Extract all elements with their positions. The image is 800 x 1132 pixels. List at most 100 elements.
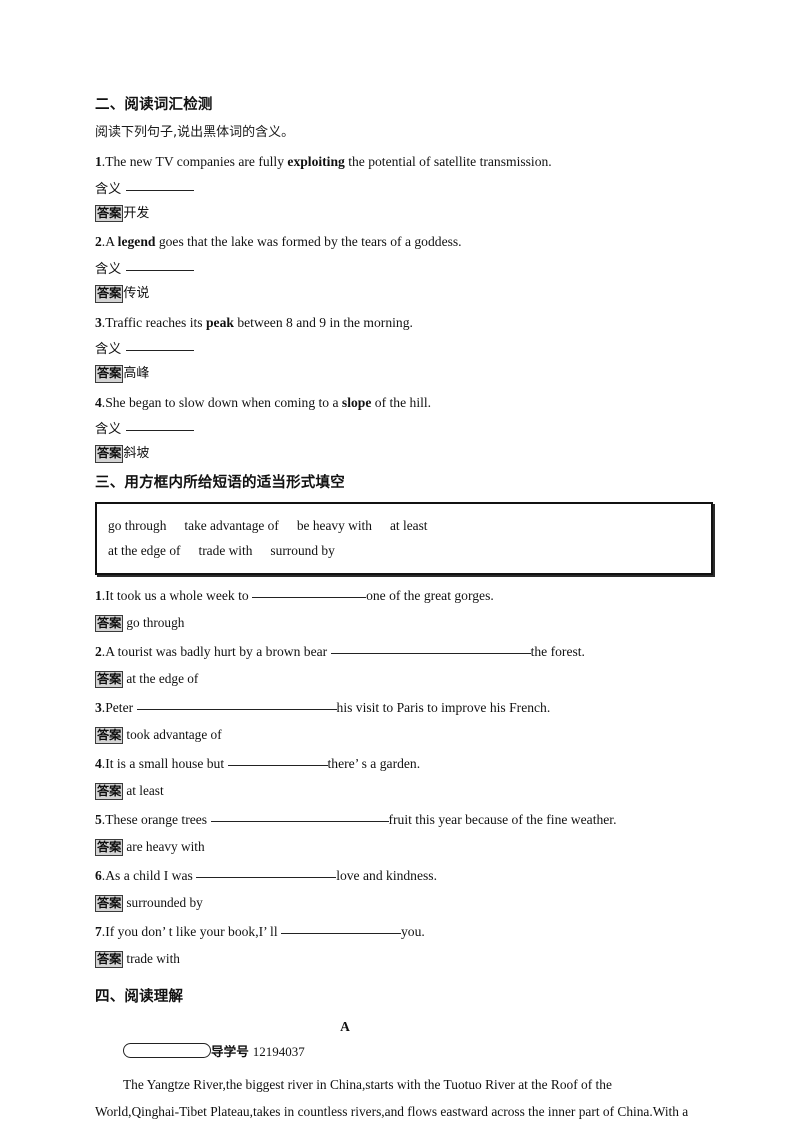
vocab-question: 4.She began to slow down when coming to … bbox=[95, 394, 695, 412]
phrase-bank-item: at least bbox=[389, 517, 428, 533]
answer-label-badge: 答案 bbox=[95, 838, 124, 857]
cloze-question: 6.As a child I was love and kindness. bbox=[95, 867, 695, 885]
question-number: 2 bbox=[95, 644, 102, 660]
question-number: 4 bbox=[95, 756, 102, 772]
answer-value: are heavy with bbox=[126, 838, 205, 854]
cloze-answer-blank[interactable] bbox=[227, 765, 328, 767]
answer-value: at least bbox=[126, 782, 164, 798]
question-text-post: love and kindness. bbox=[336, 868, 437, 884]
daoxue-row: 导学号 12194037 bbox=[95, 1042, 695, 1061]
question-text-post: the potential of satellite transmission. bbox=[344, 154, 552, 170]
question-text-post: there’ s a garden. bbox=[327, 756, 421, 772]
answer-row: 答案 are heavy with bbox=[95, 838, 695, 857]
cloze-question: 5.These orange trees fruit this year bec… bbox=[95, 811, 695, 829]
question-number: 5 bbox=[95, 812, 102, 828]
cloze-answer-blank[interactable] bbox=[196, 877, 337, 879]
section-two-instruction: 阅读下列句子,说出黑体词的含义。 bbox=[95, 124, 295, 140]
section-three-heading: 三、用方框内所给短语的适当形式填空 bbox=[95, 474, 345, 491]
answer-row: 答案 surrounded by bbox=[95, 894, 695, 913]
question-number: 3 bbox=[95, 314, 102, 330]
question-number: 3 bbox=[95, 700, 102, 716]
vocab-question: 2.A legend goes that the lake was formed… bbox=[95, 233, 695, 251]
answer-label-badge: 答案 bbox=[95, 615, 124, 633]
target-word: legend bbox=[117, 234, 156, 250]
question-text-pre: .As a child I was bbox=[101, 868, 197, 884]
phrase-bank-item: take advantage of bbox=[184, 517, 279, 533]
meaning-blank-row: 含义 bbox=[95, 421, 695, 438]
answer-label-badge: 答案 bbox=[95, 671, 124, 689]
cloze-question: 2.A tourist was badly hurt by a brown be… bbox=[95, 643, 695, 661]
cloze-answer-blank[interactable] bbox=[136, 709, 337, 711]
answer-row: 答案 传说 bbox=[95, 285, 695, 303]
phrase-bank-item: be heavy with bbox=[296, 517, 372, 533]
answer-row: 答案 at least bbox=[95, 782, 695, 801]
answer-label-badge: 答案 bbox=[95, 205, 124, 223]
answer-value: took advantage of bbox=[126, 727, 222, 742]
question-number: 2 bbox=[95, 234, 102, 250]
phrase-bank-row-2: at the edge of trade with surround by bbox=[108, 538, 700, 563]
target-word: peak bbox=[206, 314, 234, 330]
question-text-pre: .She began to slow down when coming to a bbox=[101, 394, 342, 410]
cloze-answer-blank[interactable] bbox=[210, 821, 389, 823]
answer-row: 答案 高峰 bbox=[95, 365, 695, 383]
meaning-blank-row: 含义 bbox=[95, 181, 695, 198]
cloze-answer-blank[interactable] bbox=[252, 597, 367, 599]
question-text-post: one of the great gorges. bbox=[366, 588, 494, 604]
vocab-question: 1.The new TV companies are fully exploit… bbox=[95, 153, 695, 171]
answer-value: 斜坡 bbox=[123, 446, 150, 462]
answer-row: 答案 trade with bbox=[95, 950, 695, 968]
question-text-post: you. bbox=[401, 924, 425, 940]
phrase-bank-row-1: go through take advantage of be heavy with… bbox=[108, 513, 700, 538]
passage-letter: A bbox=[340, 1018, 350, 1034]
phrase-bank-box: go through take advantage of be heavy with… bbox=[95, 501, 713, 576]
cloze-question: 3.Peter his visit to Paris to improve hi… bbox=[95, 699, 695, 717]
answer-label-badge: 答案 bbox=[95, 894, 124, 913]
cloze-answer-blank[interactable] bbox=[330, 653, 531, 655]
phrase-bank-item: surround by bbox=[270, 543, 335, 559]
question-text-post: of the hill. bbox=[371, 394, 432, 410]
meaning-label: 含义 bbox=[95, 342, 122, 358]
answer-value: at the edge of bbox=[126, 671, 199, 687]
question-text-post: goes that the lake was formed by the tea… bbox=[155, 234, 462, 250]
cloze-question: 1.It took us a whole week to one of the … bbox=[95, 587, 695, 605]
daoxue-label: 导学号 bbox=[211, 1043, 249, 1059]
daoxue-code: 12194037 bbox=[252, 1043, 305, 1059]
vocab-question: 3.Traffic reaches its peak between 8 and… bbox=[95, 314, 695, 332]
phrase-bank-item: at the edge of bbox=[108, 543, 181, 559]
meaning-answer-blank[interactable] bbox=[126, 190, 195, 192]
answer-row: 答案 go through bbox=[95, 615, 695, 633]
answer-value: trade with bbox=[126, 950, 180, 966]
answer-row: 答案 开发 bbox=[95, 205, 695, 223]
answer-label-badge: 答案 bbox=[95, 782, 124, 801]
cloze-question: 7.If you don’ t like your book,I’ ll you… bbox=[95, 923, 695, 941]
question-text-post: between 8 and 9 in the morning. bbox=[233, 314, 413, 330]
section-two-items: 1.The new TV companies are fully exploit… bbox=[95, 153, 695, 463]
question-text-pre: .The new TV companies are fully bbox=[101, 154, 288, 170]
question-text-pre: .If you don’ t like your book,I’ ll bbox=[101, 924, 281, 940]
question-text-pre: .It took us a whole week to bbox=[101, 588, 253, 604]
target-word: exploiting bbox=[287, 154, 345, 170]
question-number: 1 bbox=[95, 154, 102, 170]
meaning-answer-blank[interactable] bbox=[126, 350, 195, 352]
question-text-pre: .A tourist was badly hurt by a brown bea… bbox=[101, 644, 331, 660]
cloze-question: 4.It is a small house but there’ s a gar… bbox=[95, 755, 695, 773]
question-number: 1 bbox=[95, 588, 102, 604]
reading-passage: The Yangtze River,the biggest river in C… bbox=[95, 1076, 689, 1132]
phrase-bank-item: go through bbox=[108, 517, 167, 533]
answer-row: 答案 at the edge of bbox=[95, 671, 695, 689]
meaning-blank-row: 含义 bbox=[95, 261, 695, 278]
section-three-items: 1.It took us a whole week to one of the … bbox=[95, 587, 695, 968]
meaning-blank-row: 含义 bbox=[95, 341, 695, 358]
meaning-answer-blank[interactable] bbox=[126, 430, 195, 432]
meaning-label: 含义 bbox=[95, 262, 122, 278]
cloze-answer-blank[interactable] bbox=[281, 933, 401, 935]
answer-label-badge: 答案 bbox=[95, 365, 124, 383]
meaning-label: 含义 bbox=[95, 422, 122, 438]
answer-value: go through bbox=[126, 615, 185, 631]
answer-label-badge: 答案 bbox=[95, 950, 124, 968]
meaning-answer-blank[interactable] bbox=[126, 270, 195, 272]
phrase-bank-item: trade with bbox=[198, 543, 253, 559]
answer-value: surrounded by bbox=[126, 894, 203, 910]
answer-row: 答案 斜坡 bbox=[95, 445, 695, 463]
answer-value: 开发 bbox=[123, 206, 150, 222]
